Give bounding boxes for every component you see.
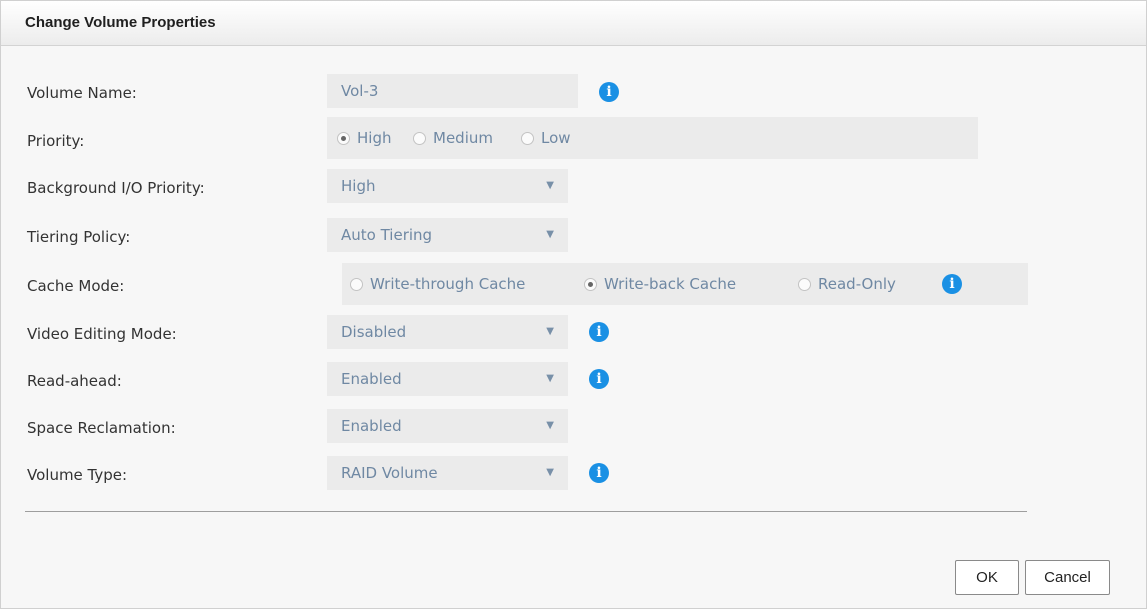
tiering-policy-label: Tiering Policy: xyxy=(27,228,131,246)
tiering-policy-value: Auto Tiering xyxy=(341,226,433,244)
ok-button[interactable]: OK xyxy=(955,560,1019,595)
cache-write-through-label: Write-through Cache xyxy=(370,275,526,293)
read-ahead-value: Enabled xyxy=(341,370,402,388)
change-volume-properties-dialog: Change Volume Properties Volume Name: Vo… xyxy=(0,0,1147,609)
cache-mode-option-write-back[interactable]: Write-back Cache xyxy=(584,275,736,293)
triangle-down-icon: ▼ xyxy=(546,326,554,337)
dialog-titlebar: Change Volume Properties xyxy=(1,1,1146,46)
read-ahead-label: Read-ahead: xyxy=(27,372,122,390)
priority-option-high[interactable]: High xyxy=(337,129,391,147)
volume-type-label: Volume Type: xyxy=(27,466,128,484)
cache-mode-label: Cache Mode: xyxy=(27,277,125,295)
volume-name-label: Volume Name: xyxy=(27,84,137,102)
priority-high-label: High xyxy=(357,129,392,147)
priority-high-radio[interactable] xyxy=(337,131,350,145)
priority-radio-group: High Medium Low xyxy=(327,117,978,159)
cache-mode-radio-group: Write-through Cache Write-back Cache Rea… xyxy=(342,263,1028,305)
cache-write-through-radio[interactable] xyxy=(350,277,363,291)
space-reclamation-value: Enabled xyxy=(341,417,402,435)
cache-read-only-radio[interactable] xyxy=(798,277,811,291)
read-ahead-info-icon[interactable]: i xyxy=(589,369,609,389)
volume-type-value: RAID Volume xyxy=(341,464,438,482)
video-editing-info-icon[interactable]: i xyxy=(589,322,609,342)
cache-write-back-radio[interactable] xyxy=(584,277,597,291)
priority-medium-radio[interactable] xyxy=(413,131,426,145)
volume-name-info-icon[interactable]: i xyxy=(599,82,619,102)
triangle-down-icon: ▼ xyxy=(546,180,554,191)
triangle-down-icon: ▼ xyxy=(546,373,554,384)
priority-label: Priority: xyxy=(27,132,85,150)
cancel-button[interactable]: Cancel xyxy=(1025,560,1110,595)
priority-option-medium[interactable]: Medium xyxy=(413,129,493,147)
cache-mode-option-read-only[interactable]: Read-Only xyxy=(798,275,896,293)
bg-io-priority-select[interactable]: High ▼ xyxy=(327,169,568,203)
bg-io-priority-value: High xyxy=(341,177,376,195)
cache-mode-option-write-through[interactable]: Write-through Cache xyxy=(350,275,525,293)
triangle-down-icon: ▼ xyxy=(546,229,554,240)
video-editing-mode-select[interactable]: Disabled ▼ xyxy=(327,315,568,349)
volume-name-input[interactable]: Vol-3 xyxy=(327,74,578,108)
priority-option-low[interactable]: Low xyxy=(521,129,571,147)
volume-type-info-icon[interactable]: i xyxy=(589,463,609,483)
tiering-policy-select[interactable]: Auto Tiering ▼ xyxy=(327,218,568,252)
read-ahead-select[interactable]: Enabled ▼ xyxy=(327,362,568,396)
cache-write-back-label: Write-back Cache xyxy=(604,275,737,293)
priority-low-radio[interactable] xyxy=(521,131,534,145)
volume-type-select[interactable]: RAID Volume ▼ xyxy=(327,456,568,490)
cache-read-only-label: Read-Only xyxy=(818,275,896,293)
priority-low-label: Low xyxy=(541,129,571,147)
cache-mode-info-icon[interactable]: i xyxy=(942,274,962,294)
space-reclamation-label: Space Reclamation: xyxy=(27,419,176,437)
space-reclamation-select[interactable]: Enabled ▼ xyxy=(327,409,568,443)
video-editing-mode-label: Video Editing Mode: xyxy=(27,325,177,343)
dialog-title: Change Volume Properties xyxy=(25,14,216,31)
triangle-down-icon: ▼ xyxy=(546,420,554,431)
form-divider xyxy=(25,511,1027,512)
bg-io-priority-label: Background I/O Priority: xyxy=(27,179,205,197)
triangle-down-icon: ▼ xyxy=(546,467,554,478)
priority-medium-label: Medium xyxy=(433,129,493,147)
video-editing-mode-value: Disabled xyxy=(341,323,407,341)
